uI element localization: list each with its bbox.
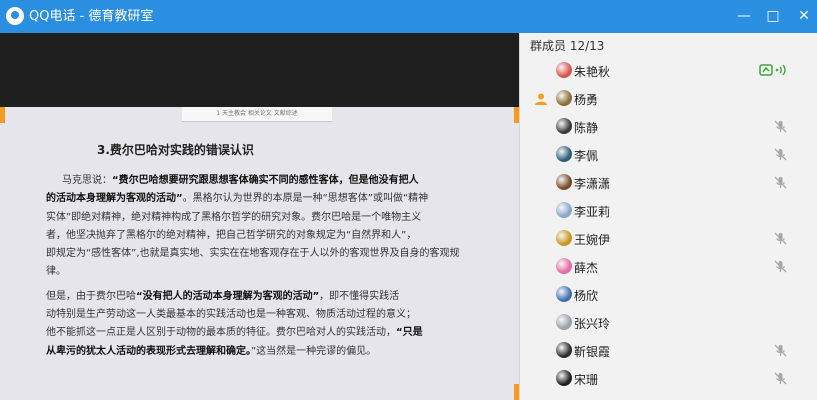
- doc-text: 者，他坚决抛弃了黑格尔的绝对精神，把自己哲学研究的对象规定为“自然界和人”，: [46, 230, 417, 241]
- doc-text-bold: 的活动本身理解为客观的活动”: [46, 193, 183, 204]
- avatar[interactable]: [556, 174, 572, 190]
- doc-text-bold: “没有把人的活动本身理解为客观的活动”: [136, 291, 320, 302]
- members-count: 群成员 12/13: [530, 39, 605, 53]
- shared-screen[interactable]: 1 天主教会 相关论文 文献综述 3.费尔巴哈对实践的错误认识 马克思说：“费尔…: [0, 107, 519, 400]
- doc-text-bold: 从卑污的犹太人活动的表现形式去理解和确定。: [46, 346, 251, 357]
- avatar[interactable]: [556, 90, 572, 106]
- avatar[interactable]: [556, 118, 572, 134]
- maximize-button[interactable]: □: [763, 6, 783, 26]
- member-row[interactable]: 陈静: [520, 113, 817, 141]
- minimize-button[interactable]: —: [734, 6, 754, 26]
- member-name: 杨勇: [574, 93, 599, 107]
- member-name: 陈静: [574, 121, 599, 135]
- avatar[interactable]: [556, 62, 572, 78]
- member-name: 李亚莉: [574, 205, 611, 219]
- member-name: 张兴玲: [574, 317, 611, 331]
- avatar[interactable]: [556, 146, 572, 162]
- member-row[interactable]: 张兴玲: [520, 309, 817, 337]
- doc-header-strip: 1 天主教会 相关论文 文献综述: [182, 107, 332, 122]
- doc-text-bold: “只是: [396, 327, 423, 338]
- member-row[interactable]: 李佩: [520, 141, 817, 169]
- doc-text-line: 的活动本身理解为客观的活动”。黑格尔认为世界的本原是一种“思想客体”或叫做“精神: [46, 193, 428, 205]
- doc-text: 动特别是生产劳动这一人类最基本的实践活动也是一种客观、物质活动过程的意义；: [46, 309, 416, 320]
- doc-text: ”这当然是一种完谬的偏见。: [251, 346, 377, 357]
- avatar[interactable]: [556, 202, 572, 218]
- title-bar: QQ电话 - 德育教研室 — □ ✕: [0, 0, 817, 33]
- doc-text: 。黑格尔认为世界的本原是一种“思想客体”或叫做“精神: [182, 193, 429, 204]
- doc-text: 马克思说：: [62, 175, 112, 186]
- doc-text-line: 即规定为“感性客体”,也就是真实地、实实在在地客观存在于人以外的客观世界及自身的…: [46, 248, 460, 260]
- member-name: 王婉伊: [574, 233, 611, 247]
- qq-phone-icon: [6, 7, 24, 25]
- member-row[interactable]: 李潇潇: [520, 169, 817, 197]
- members-panel: 群成员 12/13 朱艳秋杨勇陈静李佩李潇潇李亚莉王婉伊薛杰杨欣张兴玲靳银霞宋珊: [519, 33, 817, 400]
- frame-corner: [0, 107, 5, 123]
- doc-text-line: 者，他坚决抛弃了黑格尔的绝对精神，把自己哲学研究的对象规定为“自然界和人”，: [46, 230, 416, 242]
- member-row[interactable]: 杨欣: [520, 281, 817, 309]
- doc-text-line: 马克思说：“费尔巴哈想要研究跟思想客体确实不同的感性客体，但是他没有把人: [62, 175, 419, 187]
- avatar[interactable]: [556, 258, 572, 274]
- member-name: 李佩: [574, 149, 599, 163]
- member-row[interactable]: 靳银霞: [520, 337, 817, 365]
- avatar[interactable]: [556, 342, 572, 358]
- member-name: 宋珊: [574, 373, 599, 387]
- member-name: 薛杰: [574, 261, 599, 275]
- doc-text: 他不能抓这一点正是人区别于动物的最本质的特征。费尔巴哈对人的实践活动，: [46, 327, 396, 338]
- doc-text: 实体”即绝对精神，绝对精神构成了黑格尔哲学的研究对象。费尔巴哈是一个唯物主义: [46, 212, 422, 223]
- doc-text-line: 动特别是生产劳动这一人类最基本的实践活动也是一种客观、物质活动过程的意义；: [46, 309, 416, 321]
- microphone-muted-icon[interactable]: [774, 148, 787, 161]
- microphone-muted-icon[interactable]: [774, 232, 787, 245]
- doc-text-line: 他不能抓这一点正是人区别于动物的最本质的特征。费尔巴哈对人的实践活动，“只是: [46, 327, 423, 339]
- doc-text: 律。: [46, 266, 66, 277]
- doc-heading: 3.费尔巴哈对实践的错误认识: [97, 143, 254, 157]
- avatar[interactable]: [556, 370, 572, 386]
- doc-text-line: 从卑污的犹太人活动的表现形式去理解和确定。”这当然是一种完谬的偏见。: [46, 346, 376, 358]
- member-row[interactable]: 杨勇: [520, 85, 817, 113]
- close-button[interactable]: ✕: [794, 6, 814, 26]
- doc-text: 但是，由于费尔巴哈: [46, 291, 136, 302]
- member-name: 李潇潇: [574, 177, 611, 191]
- member-name: 朱艳秋: [574, 65, 611, 79]
- member-name: 靳银霞: [574, 345, 611, 359]
- microphone-muted-icon[interactable]: [774, 344, 787, 357]
- microphone-muted-icon[interactable]: [774, 372, 787, 385]
- video-area: [0, 33, 519, 107]
- doc-text: 即规定为“感性客体”,也就是真实地、实实在在地客观存在于人以外的客观世界及自身的…: [46, 248, 460, 259]
- doc-text-line: 但是，由于费尔巴哈“没有把人的活动本身理解为客观的活动”，即不懂得实践活: [46, 291, 399, 303]
- avatar[interactable]: [556, 286, 572, 302]
- member-row[interactable]: 王婉伊: [520, 225, 817, 253]
- admin-user-icon: [535, 93, 547, 105]
- member-row[interactable]: 宋珊: [520, 365, 817, 393]
- member-row[interactable]: 朱艳秋: [520, 57, 817, 85]
- doc-text-line: 律。: [46, 266, 66, 278]
- avatar[interactable]: [556, 230, 572, 246]
- member-row[interactable]: 李亚莉: [520, 197, 817, 225]
- avatar[interactable]: [556, 314, 572, 330]
- member-name: 杨欣: [574, 289, 599, 303]
- speaker-active-icon[interactable]: [759, 63, 791, 77]
- doc-text-line: 实体”即绝对精神，绝对精神构成了黑格尔哲学的研究对象。费尔巴哈是一个唯物主义: [46, 212, 421, 224]
- window-title: QQ电话 - 德育教研室: [29, 9, 154, 24]
- member-row[interactable]: 薛杰: [520, 253, 817, 281]
- doc-text: ，即不懂得实践活: [319, 291, 400, 302]
- microphone-muted-icon[interactable]: [774, 260, 787, 273]
- doc-text-bold: “费尔巴哈想要研究跟思想客体确实不同的感性客体，但是他没有把人: [112, 175, 419, 186]
- microphone-muted-icon[interactable]: [774, 176, 787, 189]
- microphone-muted-icon[interactable]: [774, 120, 787, 133]
